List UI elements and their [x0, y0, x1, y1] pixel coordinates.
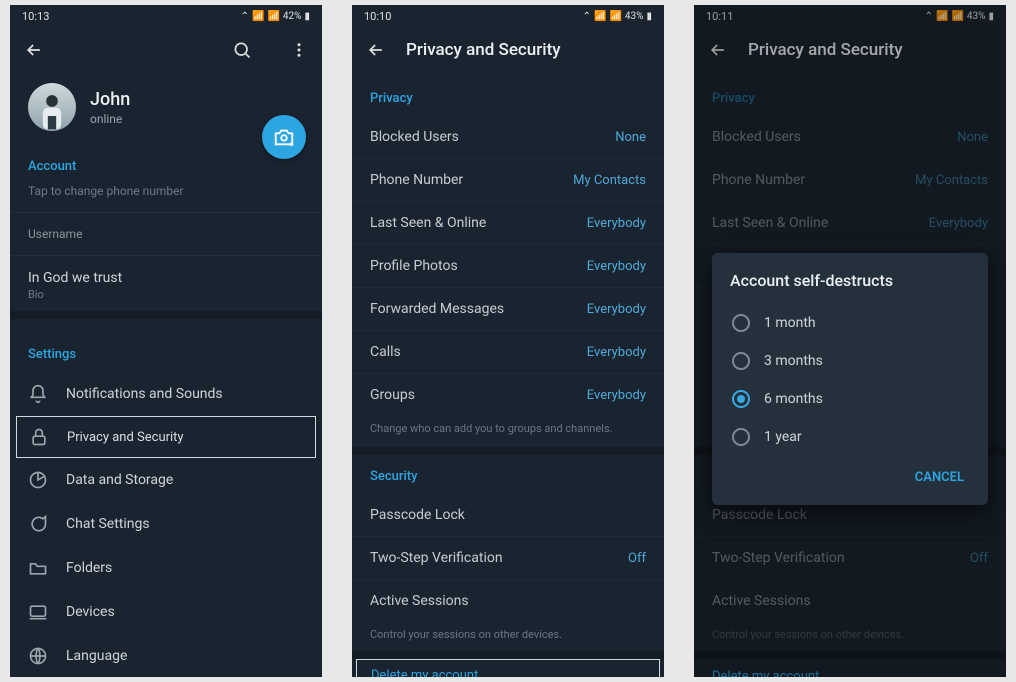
screen-settings-profile: 10:13 ⌃📶📶 42%▮ John online Account Tap t… [10, 5, 322, 677]
screen-self-destruct-dialog: 10:11 ⌃📶📶 43%▮ Privacy and Security Priv… [694, 5, 1006, 677]
security-footer: Control your sessions on other devices. [352, 622, 664, 651]
radio-icon [732, 428, 750, 446]
settings-header: Settings [10, 319, 322, 372]
self-destruct-option[interactable]: 1 year [730, 418, 970, 456]
radio-icon [732, 352, 750, 370]
delete-account-header: Delete my account [371, 668, 645, 677]
settings-privacy-security[interactable]: Privacy and Security [16, 416, 316, 458]
privacy-row[interactable]: Last Seen & Online Everybody [352, 201, 664, 244]
privacy-value: Everybody [587, 302, 646, 317]
security-label: Active Sessions [370, 593, 469, 609]
radio-label: 3 months [764, 353, 823, 369]
change-photo-button[interactable] [262, 115, 306, 159]
settings-notifications[interactable]: Notifications and Sounds [10, 372, 322, 416]
privacy-value: Everybody [587, 388, 646, 403]
privacy-value: None [615, 130, 646, 145]
privacy-value: My Contacts [573, 173, 646, 188]
privacy-label: Calls [370, 344, 401, 360]
back-icon[interactable] [24, 40, 44, 60]
search-icon[interactable] [232, 40, 252, 60]
radio-icon [732, 390, 750, 408]
self-destruct-dialog: Account self-destructs 1 month 3 months 6 … [712, 253, 988, 505]
privacy-label: Profile Photos [370, 258, 458, 274]
chat-icon [28, 514, 48, 534]
privacy-row[interactable]: Phone Number My Contacts [352, 158, 664, 201]
username-label[interactable]: Username [10, 213, 322, 245]
folder-icon [28, 558, 48, 578]
radio-label: 6 months [764, 391, 823, 407]
status-icons: ⌃📶📶 42%▮ [241, 11, 310, 22]
status-icons: ⌃📶📶 43%▮ [583, 11, 652, 22]
privacy-label: Groups [370, 387, 415, 403]
settings-devices[interactable]: Devices [10, 590, 322, 634]
profile-header: John online [10, 73, 322, 131]
page-title: Privacy and Security [406, 40, 650, 60]
security-row[interactable]: Passcode Lock [352, 494, 664, 536]
app-bar: Privacy and Security [352, 27, 664, 73]
privacy-label: Phone Number [370, 172, 463, 188]
radio-icon [732, 314, 750, 332]
self-destruct-option[interactable]: 6 months [730, 380, 970, 418]
profile-name: John [90, 89, 130, 110]
privacy-value: Everybody [587, 345, 646, 360]
profile-status: online [90, 112, 130, 126]
privacy-value: Everybody [587, 259, 646, 274]
privacy-label: Last Seen & Online [370, 215, 486, 231]
settings-data-storage[interactable]: Data and Storage [10, 458, 322, 502]
settings-folders[interactable]: Folders [10, 546, 322, 590]
privacy-header: Privacy [352, 73, 664, 116]
privacy-footer: Change who can add you to groups and cha… [352, 416, 664, 447]
bio-label: Bio [10, 288, 322, 311]
phone-number-hint[interactable]: Tap to change phone number [10, 184, 322, 212]
privacy-value: Everybody [587, 216, 646, 231]
privacy-label: Forwarded Messages [370, 301, 504, 317]
avatar[interactable] [28, 83, 76, 131]
security-row[interactable]: Active Sessions [352, 579, 664, 622]
security-label: Two-Step Verification [370, 550, 503, 566]
privacy-row[interactable]: Forwarded Messages Everybody [352, 287, 664, 330]
security-value: Off [628, 551, 646, 566]
globe-icon [28, 646, 48, 666]
privacy-row[interactable]: Blocked Users None [352, 116, 664, 158]
app-bar [10, 27, 322, 73]
lock-icon [29, 427, 49, 447]
privacy-row[interactable]: Profile Photos Everybody [352, 244, 664, 287]
settings-chat[interactable]: Chat Settings [10, 502, 322, 546]
security-row[interactable]: Two-Step Verification Off [352, 536, 664, 579]
cancel-button[interactable]: CANCEL [909, 462, 970, 493]
status-bar: 10:13 ⌃📶📶 42%▮ [10, 5, 322, 27]
more-icon[interactable] [290, 41, 308, 59]
status-bar: 10:10 ⌃📶📶 43%▮ [352, 5, 664, 27]
dialog-title: Account self-destructs [730, 271, 970, 290]
self-destruct-option[interactable]: 1 month [730, 304, 970, 342]
delete-account-section[interactable]: Delete my account If away for 6 months [356, 659, 660, 677]
privacy-row[interactable]: Groups Everybody [352, 373, 664, 416]
status-time: 10:13 [22, 10, 49, 23]
back-icon[interactable] [366, 40, 386, 60]
privacy-row[interactable]: Calls Everybody [352, 330, 664, 373]
security-header: Security [352, 455, 664, 494]
security-label: Passcode Lock [370, 507, 465, 523]
devices-icon [28, 602, 48, 622]
bio-value[interactable]: In God we trust [10, 256, 322, 288]
bell-icon [28, 384, 48, 404]
pie-icon [28, 470, 48, 490]
radio-label: 1 year [764, 429, 802, 445]
settings-language[interactable]: Language [10, 634, 322, 677]
self-destruct-option[interactable]: 3 months [730, 342, 970, 380]
radio-label: 1 month [764, 315, 816, 331]
status-time: 10:10 [364, 10, 391, 23]
privacy-label: Blocked Users [370, 129, 459, 145]
screen-privacy-security: 10:10 ⌃📶📶 43%▮ Privacy and Security Priv… [352, 5, 664, 677]
